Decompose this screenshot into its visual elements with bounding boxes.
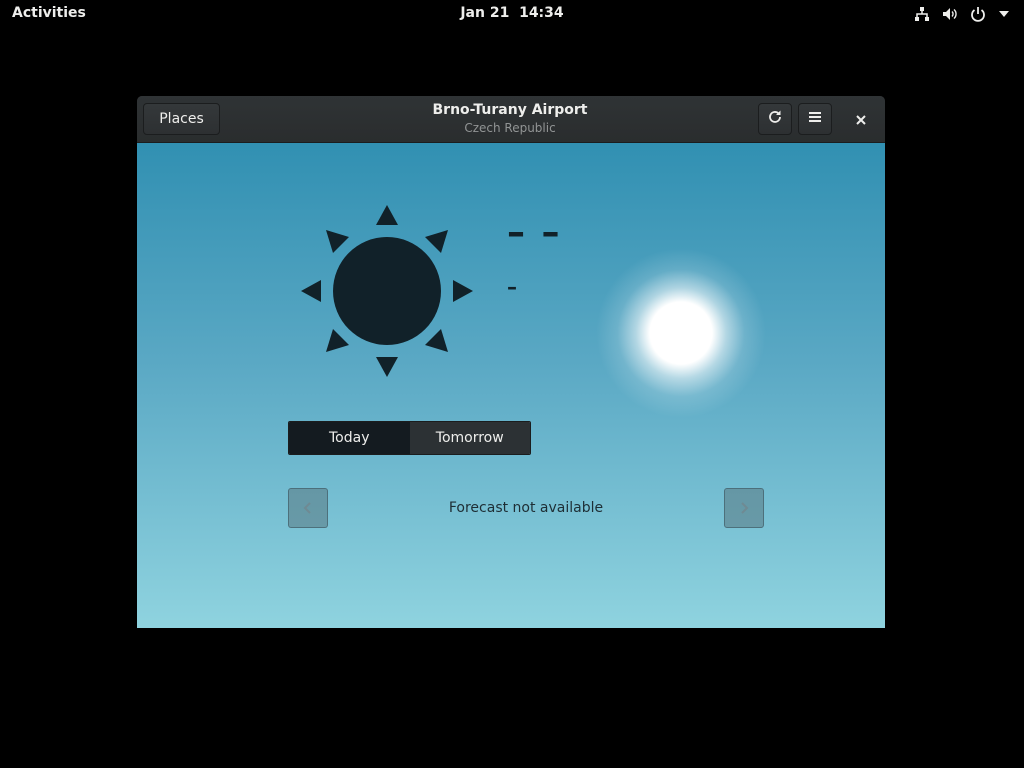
close-button[interactable] [847, 106, 875, 132]
window-subtitle: Czech Republic [464, 121, 556, 135]
clock-time: 14:34 [519, 5, 564, 21]
chevron-right-icon [739, 499, 749, 518]
chevron-left-icon [303, 499, 313, 518]
weather-window: Places Brno-Turany Airport Czech Republi… [137, 96, 885, 628]
top-bar: Activities Jan 21 14:34 [0, 0, 1024, 27]
weather-content: – – – Today Tomorrow Forecast not availa… [137, 143, 885, 628]
conditions-label: – [507, 275, 517, 299]
volume-icon[interactable] [942, 6, 958, 22]
close-icon [856, 110, 866, 129]
menu-button[interactable] [798, 103, 832, 135]
system-tray[interactable] [914, 4, 1010, 24]
places-button[interactable]: Places [143, 103, 220, 135]
sun-icon [297, 201, 477, 385]
clock: Jan 21 14:34 [0, 5, 1024, 21]
clock-date: Jan 21 [460, 5, 510, 21]
window-title: Brno-Turany Airport [432, 102, 588, 118]
forecast-tabs: Today Tomorrow [288, 421, 531, 455]
sky-sun-decoration [581, 233, 781, 433]
dropdown-arrow-icon[interactable] [998, 10, 1010, 18]
refresh-button[interactable] [758, 103, 792, 135]
temperature-label: – – [507, 212, 562, 253]
forecast-message: Forecast not available [448, 500, 604, 516]
tab-today[interactable]: Today [289, 422, 410, 454]
tab-tomorrow[interactable]: Tomorrow [409, 422, 530, 454]
activities-button[interactable]: Activities [12, 5, 86, 21]
header-bar: Places Brno-Turany Airport Czech Republi… [137, 96, 885, 143]
clock-button[interactable]: Jan 21 14:34 [460, 5, 563, 21]
power-icon[interactable] [970, 6, 986, 22]
refresh-icon [767, 109, 783, 129]
hamburger-menu-icon [808, 111, 822, 127]
forecast-next-button[interactable] [724, 488, 764, 528]
network-icon[interactable] [914, 6, 930, 22]
forecast-previous-button[interactable] [288, 488, 328, 528]
